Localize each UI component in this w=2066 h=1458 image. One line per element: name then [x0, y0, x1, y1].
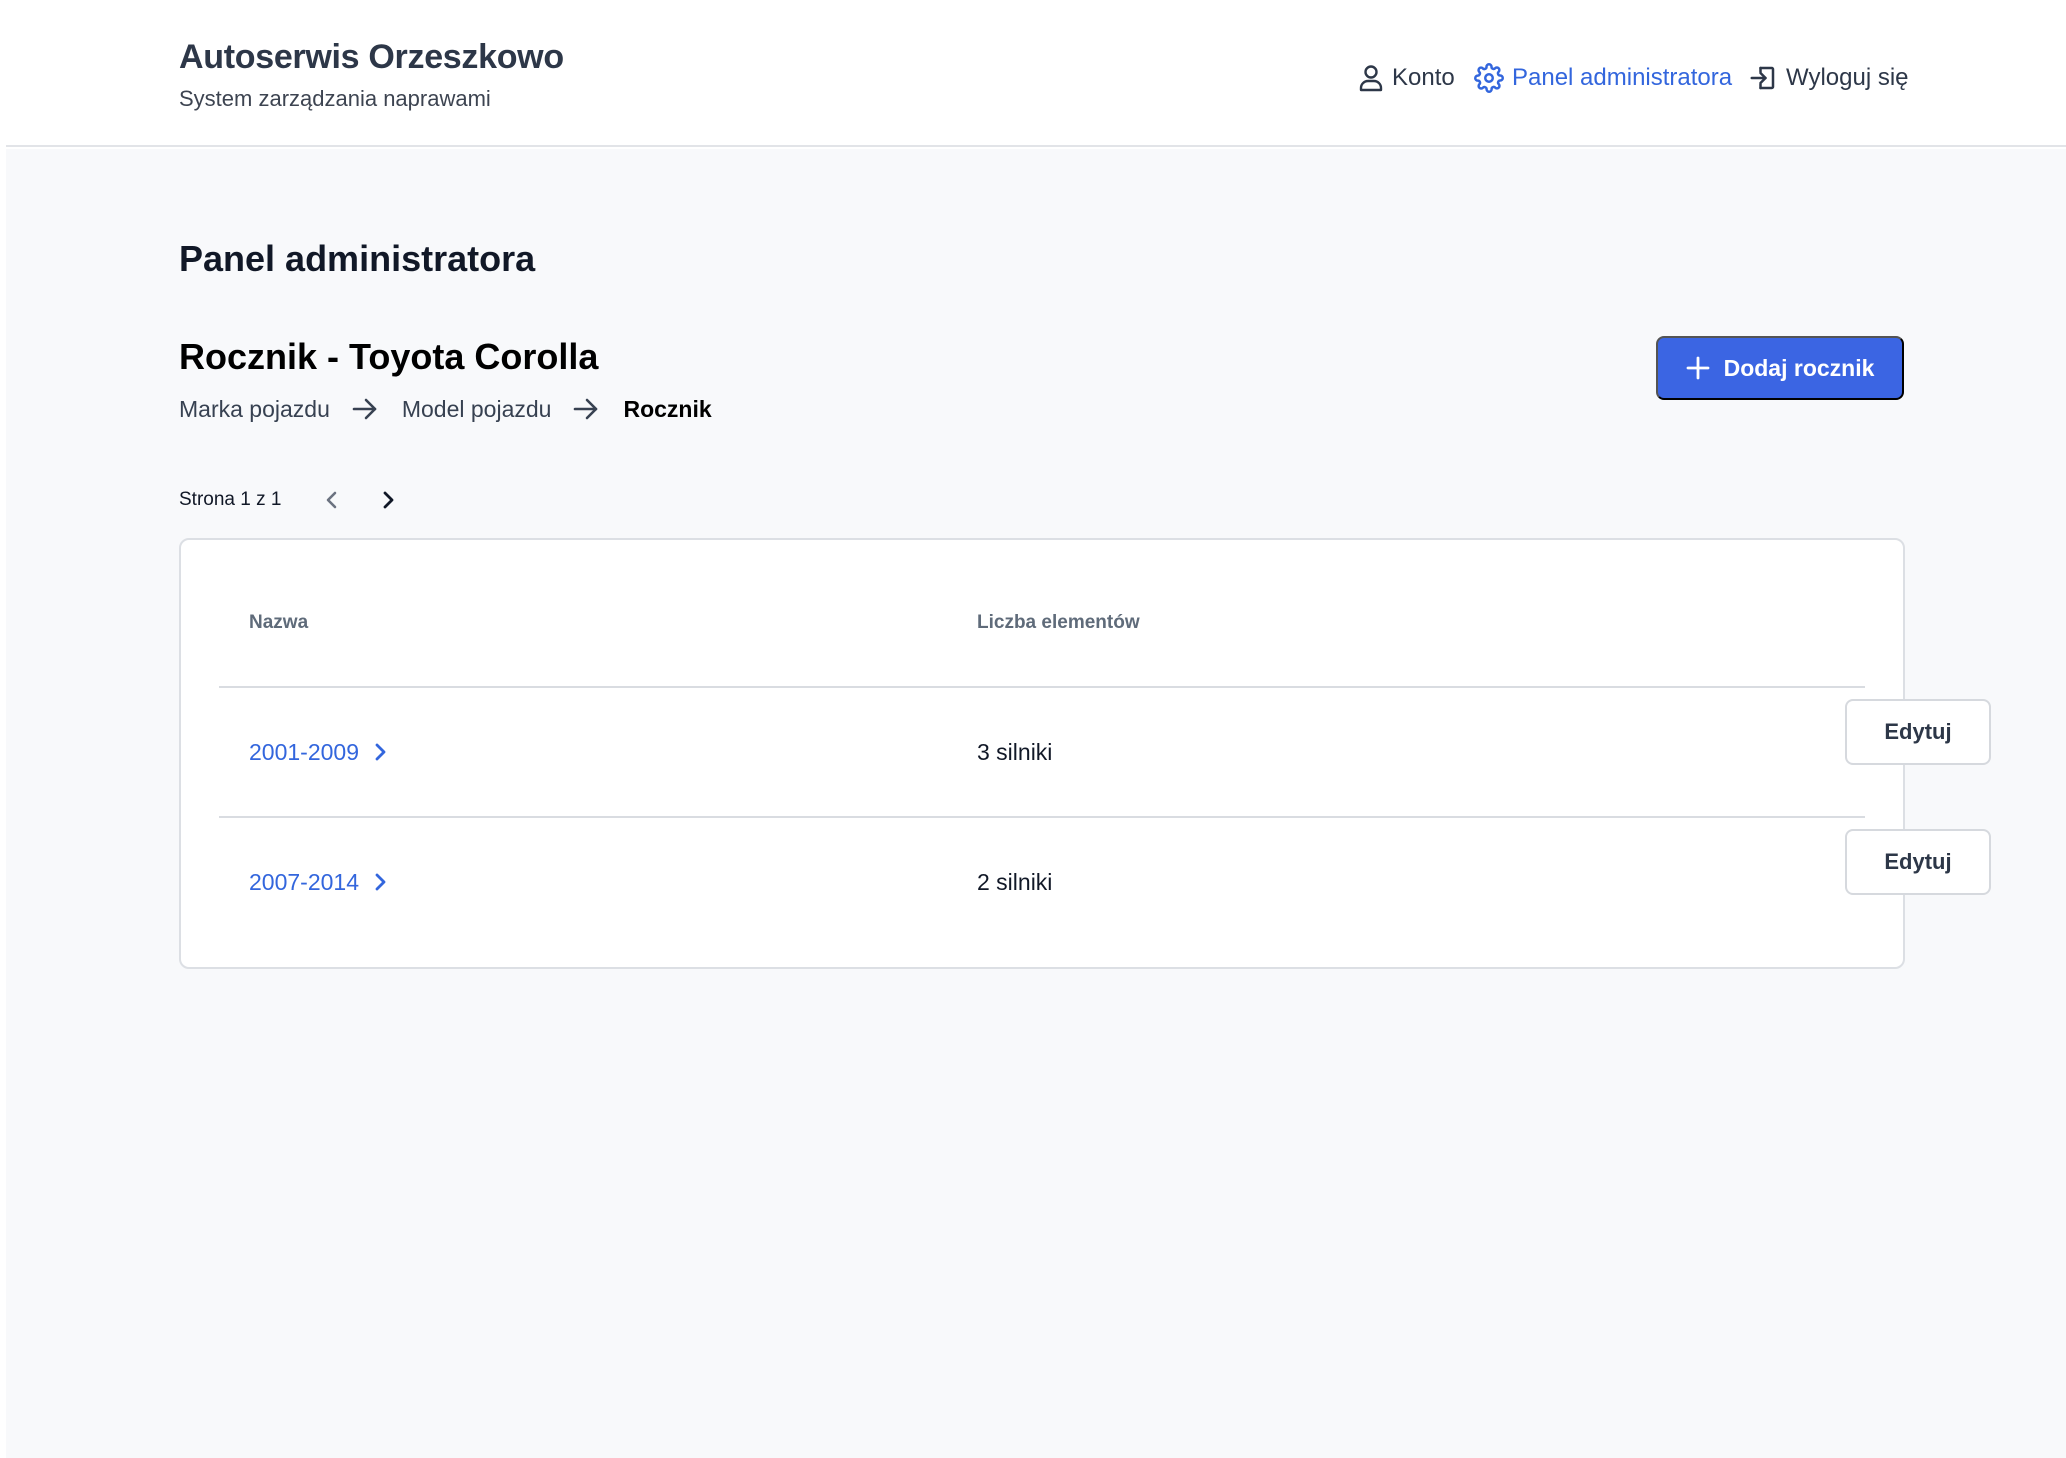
year-name: 2007-2014 [249, 868, 359, 895]
breadcrumb: Marka pojazdu Model pojazdu Rocznik [179, 392, 712, 426]
element-count: 3 silniki [977, 738, 1053, 765]
chevron-right-icon[interactable] [381, 490, 395, 510]
year-name: 2001-2009 [249, 738, 359, 765]
brand-subtitle: System zarządzania naprawami [179, 86, 491, 111]
gear-icon [1474, 63, 1504, 93]
page: Autoserwis Orzeszkowo System zarządzania… [6, 0, 2066, 1458]
pagination-label: Strona 1 z 1 [179, 489, 282, 510]
nav-admin-label: Panel administratora [1512, 64, 1733, 91]
edit-button[interactable]: Edytuj [1845, 699, 1991, 765]
year-link[interactable]: 2001-2009 [249, 688, 387, 816]
section-title: Rocznik - Toyota Corolla [179, 336, 599, 377]
logout-icon [1750, 66, 1775, 90]
chevron-right-icon [375, 873, 386, 891]
add-year-button[interactable]: Dodaj rocznik [1656, 336, 1904, 400]
add-year-label: Dodaj rocznik [1723, 354, 1875, 381]
plus-icon [1686, 356, 1709, 380]
year-link[interactable]: 2007-2014 [249, 818, 387, 946]
nav-logout-link[interactable]: Wyloguj się [1748, 60, 1909, 96]
pagination: Strona 1 z 1 [179, 485, 395, 515]
arrow-right-icon [352, 397, 378, 421]
arrow-right-icon [573, 397, 599, 421]
edit-button[interactable]: Edytuj [1845, 829, 1991, 895]
app-header: Autoserwis Orzeszkowo System zarządzania… [6, 0, 2066, 147]
years-table: Nazwa Liczba elementów 2001-2009 3 silni… [179, 538, 1991, 969]
column-header-count: Liczba elementów [977, 612, 1140, 633]
breadcrumb-item-current: Rocznik [623, 395, 712, 422]
element-count: 2 silniki [977, 868, 1053, 895]
table-row: 2007-2014 2 silniki [219, 816, 1865, 946]
nav-account-link[interactable]: Konto [1358, 60, 1455, 96]
chevron-left-icon[interactable] [325, 490, 339, 510]
nav-logout-label: Wyloguj się [1786, 64, 1909, 91]
user-icon [1359, 65, 1383, 92]
nav-admin-link[interactable]: Panel administratora [1474, 60, 1732, 96]
column-header-name: Nazwa [249, 612, 309, 633]
breadcrumb-item-model[interactable]: Model pojazdu [402, 396, 552, 423]
main-content: Panel administratora Rocznik - Toyota Co… [6, 149, 2066, 1458]
breadcrumb-item-brand[interactable]: Marka pojazdu [179, 396, 330, 423]
brand-title[interactable]: Autoserwis Orzeszkowo [179, 38, 564, 77]
nav-account-label: Konto [1392, 64, 1455, 91]
chevron-right-icon [375, 743, 386, 761]
page-title: Panel administratora [179, 238, 536, 279]
table-row: 2001-2009 3 silniki [219, 686, 1865, 816]
